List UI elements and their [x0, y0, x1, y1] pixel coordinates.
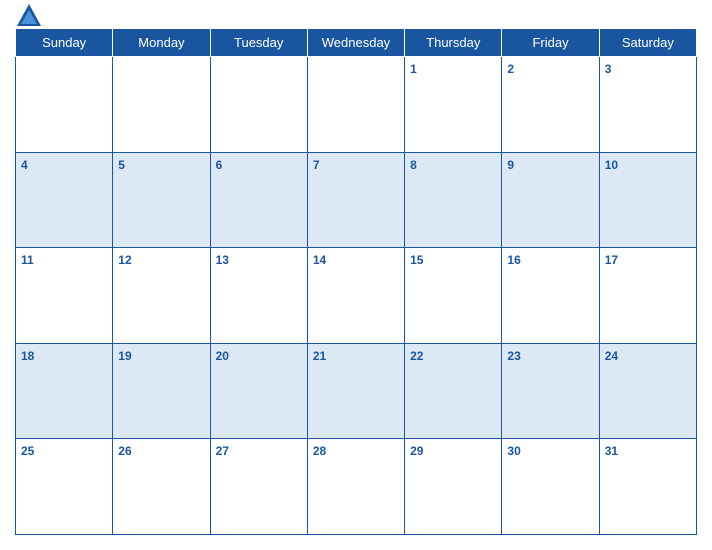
weekday-header-row: SundayMondayTuesdayWednesdayThursdayFrid… [16, 29, 697, 57]
calendar-cell: 2 [502, 57, 599, 153]
day-number: 16 [507, 253, 520, 267]
day-number: 31 [605, 444, 618, 458]
calendar-cell: 5 [113, 152, 210, 248]
day-number: 20 [216, 349, 229, 363]
logo-icon [15, 2, 43, 30]
weekday-monday: Monday [113, 29, 210, 57]
day-number: 22 [410, 349, 423, 363]
calendar-cell: 23 [502, 343, 599, 439]
calendar-header [15, 10, 697, 22]
calendar-cell: 10 [599, 152, 696, 248]
calendar-cell: 7 [307, 152, 404, 248]
calendar-cell: 24 [599, 343, 696, 439]
day-number: 10 [605, 158, 618, 172]
calendar-week-row: 18 19 20 21 22 23 24 [16, 343, 697, 439]
day-number: 2 [507, 62, 514, 76]
day-number: 25 [21, 444, 34, 458]
day-number: 24 [605, 349, 618, 363]
calendar-cell: 31 [599, 439, 696, 535]
calendar-cell: 11 [16, 248, 113, 344]
calendar-cell: 21 [307, 343, 404, 439]
calendar-week-row: 1 2 3 [16, 57, 697, 153]
calendar-cell: 4 [16, 152, 113, 248]
logo [15, 2, 47, 30]
day-number: 27 [216, 444, 229, 458]
calendar-cell: 15 [405, 248, 502, 344]
day-number: 1 [410, 62, 417, 76]
calendar-cell: 18 [16, 343, 113, 439]
calendar-cell: 8 [405, 152, 502, 248]
day-number: 28 [313, 444, 326, 458]
day-number: 7 [313, 158, 320, 172]
weekday-friday: Friday [502, 29, 599, 57]
calendar-cell: 6 [210, 152, 307, 248]
calendar-week-row: 25 26 27 28 29 30 31 [16, 439, 697, 535]
day-number: 13 [216, 253, 229, 267]
calendar-cell: 26 [113, 439, 210, 535]
day-number: 30 [507, 444, 520, 458]
day-number: 23 [507, 349, 520, 363]
weekday-thursday: Thursday [405, 29, 502, 57]
calendar-cell: 12 [113, 248, 210, 344]
calendar-cell: 30 [502, 439, 599, 535]
day-number: 11 [21, 253, 34, 267]
day-number: 12 [118, 253, 131, 267]
day-number: 19 [118, 349, 131, 363]
weekday-wednesday: Wednesday [307, 29, 404, 57]
calendar-cell [307, 57, 404, 153]
day-number: 26 [118, 444, 131, 458]
day-number: 3 [605, 62, 612, 76]
calendar-cell: 25 [16, 439, 113, 535]
calendar-table: SundayMondayTuesdayWednesdayThursdayFrid… [15, 28, 697, 535]
day-number: 9 [507, 158, 514, 172]
day-number: 15 [410, 253, 423, 267]
calendar-cell: 20 [210, 343, 307, 439]
calendar-cell [16, 57, 113, 153]
day-number: 17 [605, 253, 618, 267]
day-number: 4 [21, 158, 28, 172]
calendar-cell: 19 [113, 343, 210, 439]
calendar-cell: 14 [307, 248, 404, 344]
calendar-week-row: 11 12 13 14 15 16 17 [16, 248, 697, 344]
calendar-cell: 28 [307, 439, 404, 535]
weekday-saturday: Saturday [599, 29, 696, 57]
calendar-body: 1234567891011121314151617181920212223242… [16, 57, 697, 535]
calendar-week-row: 4 5 6 7 8 9 10 [16, 152, 697, 248]
calendar-cell: 29 [405, 439, 502, 535]
calendar-cell: 27 [210, 439, 307, 535]
calendar-cell: 13 [210, 248, 307, 344]
day-number: 14 [313, 253, 326, 267]
weekday-tuesday: Tuesday [210, 29, 307, 57]
calendar-cell: 17 [599, 248, 696, 344]
day-number: 8 [410, 158, 417, 172]
calendar-cell: 3 [599, 57, 696, 153]
day-number: 21 [313, 349, 326, 363]
day-number: 29 [410, 444, 423, 458]
calendar-cell [210, 57, 307, 153]
day-number: 5 [118, 158, 125, 172]
weekday-sunday: Sunday [16, 29, 113, 57]
day-number: 18 [21, 349, 34, 363]
calendar-cell: 16 [502, 248, 599, 344]
calendar-cell: 1 [405, 57, 502, 153]
day-number: 6 [216, 158, 223, 172]
calendar-cell: 9 [502, 152, 599, 248]
calendar-cell [113, 57, 210, 153]
calendar-cell: 22 [405, 343, 502, 439]
